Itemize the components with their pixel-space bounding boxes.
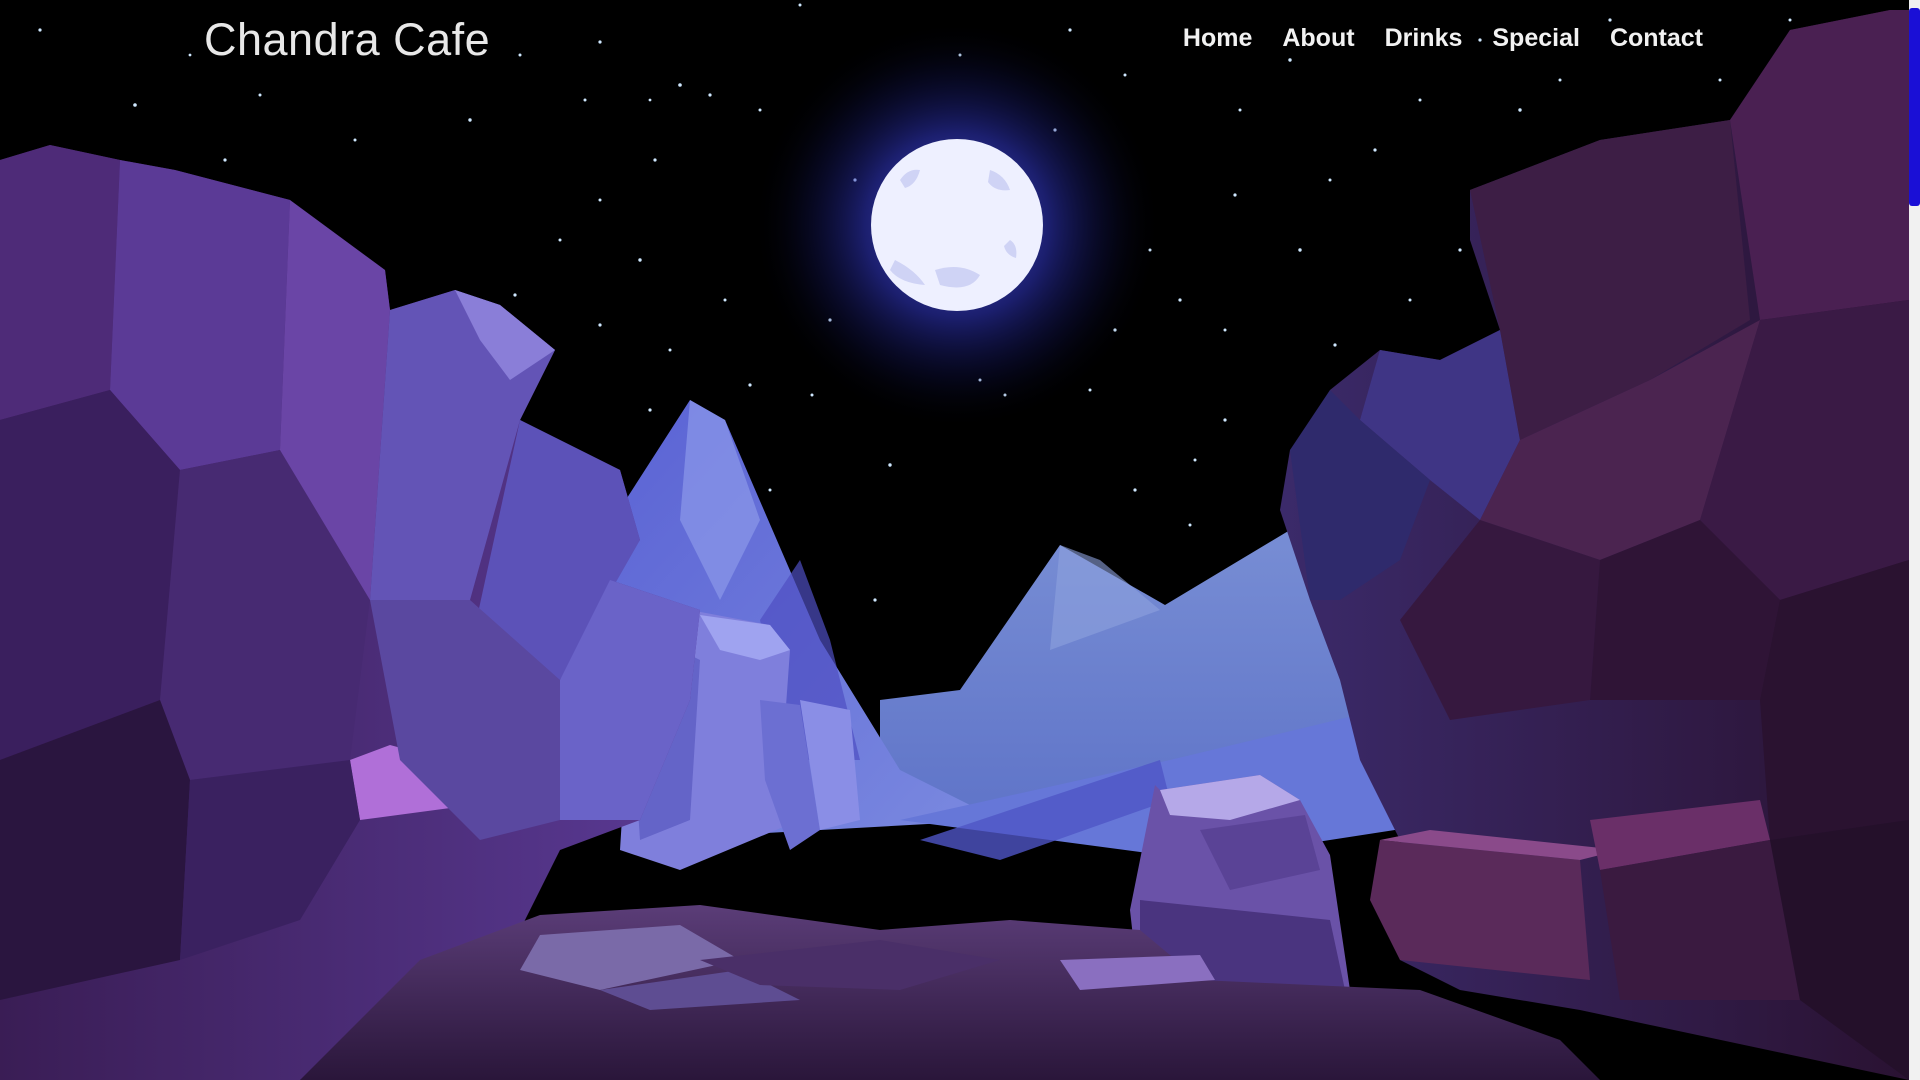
- nav-link-contact[interactable]: Contact: [1610, 24, 1703, 53]
- nav-link-about[interactable]: About: [1282, 24, 1354, 53]
- brand-logo-link[interactable]: Chandra Cafe: [204, 14, 490, 66]
- page-scrollbar[interactable]: [1909, 0, 1920, 1080]
- scrollbar-thumb[interactable]: [1909, 8, 1920, 206]
- nav-link-drinks[interactable]: Drinks: [1385, 24, 1463, 53]
- top-navbar: Chandra Cafe Home About Drinks Special C…: [0, 0, 1909, 80]
- main-nav: Home About Drinks Special Contact: [1183, 24, 1703, 53]
- page: Chandra Cafe Home About Drinks Special C…: [0, 0, 1920, 1080]
- night-canyon-scene: [0, 0, 1909, 1080]
- nav-link-home[interactable]: Home: [1183, 24, 1252, 53]
- hero-illustration: [0, 0, 1909, 1080]
- nav-link-special[interactable]: Special: [1492, 24, 1580, 53]
